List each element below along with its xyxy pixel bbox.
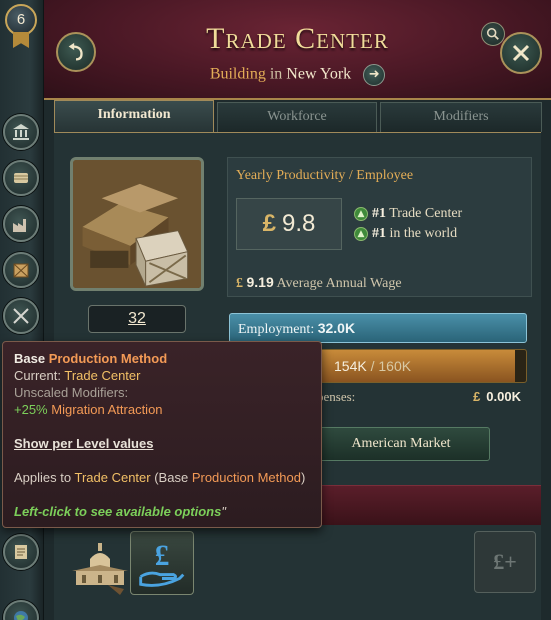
tooltip-applies-paren-open: (Base <box>154 470 189 485</box>
window-subtitle: Building in New York ➜ <box>44 64 551 86</box>
pound-hand-icon[interactable]: £ <box>130 531 194 595</box>
production-method-tooltip: Base Production Method Current: Trade Ce… <box>2 341 322 528</box>
tooltip-hint: Left-click to see available options" <box>14 504 226 519</box>
goto-location-button[interactable]: ➜ <box>363 64 386 86</box>
rank-building-text: Trade Center <box>389 206 463 221</box>
window-title: Trade Center <box>206 22 389 55</box>
rank-world-num: #1 <box>372 226 386 241</box>
rank-value: 6 <box>5 4 37 36</box>
tab-workforce[interactable]: Workforce <box>217 102 377 132</box>
tooltip-applies-pm: Production Method <box>191 470 301 485</box>
tooltip-hint-text: Left-click to see available options <box>14 504 222 519</box>
show-per-level-link[interactable]: Show per Level values <box>14 436 153 451</box>
rank-up-icon: ▲ <box>354 226 368 241</box>
trade-center-building-icon[interactable] <box>68 531 132 595</box>
rank-up-icon: ▲ <box>354 206 368 221</box>
add-pound-icon[interactable]: £+ <box>474 531 536 593</box>
tooltip-title-highlight: Production Method <box>48 351 168 366</box>
tooltip-modifier: +25% Migration Attraction <box>14 402 163 417</box>
tooltip-title: Base Production Method <box>14 351 167 366</box>
cash-separator: / <box>370 358 375 374</box>
rank-badge[interactable]: 6 <box>2 2 40 48</box>
tooltip-title-prefix: Base <box>14 351 46 366</box>
search-icon <box>486 27 499 40</box>
tab-modifiers[interactable]: Modifiers <box>380 102 542 132</box>
wage-label: Average Annual Wage <box>276 276 402 291</box>
tab-bar: Information Workforce Modifiers <box>54 100 550 132</box>
tooltip-applies-paren-close: ) <box>300 470 306 485</box>
close-icon <box>512 44 530 62</box>
notes-icon[interactable] <box>3 534 39 570</box>
tooltip-hint-quote: " <box>221 504 226 519</box>
expenses-label: penses: <box>317 389 356 404</box>
productivity-panel: Yearly Productivity / Employee £9.8 ▲ #1 … <box>227 157 532 297</box>
productivity-value: 9.8 <box>281 210 316 237</box>
rank-building-num: #1 <box>372 206 386 221</box>
employment-bar[interactable]: Employment: 32.0K <box>229 313 527 343</box>
employment-label: Employment: <box>238 322 315 337</box>
cash-reserve-text: 154K / 160K <box>334 350 411 382</box>
scroll-icon[interactable] <box>3 160 39 196</box>
tooltip-applies-prefix: Applies to <box>14 470 72 485</box>
globe-icon[interactable] <box>3 600 39 620</box>
pound-icon: £ <box>262 210 276 237</box>
svg-text:£: £ <box>155 540 170 572</box>
wage-value: 9.19 <box>246 274 274 290</box>
factory-icon[interactable] <box>3 206 39 242</box>
average-wage: £ 9.19 Average Annual Wage <box>236 274 402 292</box>
rank-world-text: in the world <box>389 226 458 241</box>
tooltip-applies-building: Trade Center <box>74 470 151 485</box>
tab-information[interactable]: Information <box>54 100 214 132</box>
expenses-value: 0.00K <box>486 389 521 404</box>
window-header: Trade Center Building in New York ➜ <box>44 0 551 100</box>
cash-value: 154K <box>334 358 367 374</box>
add-pound-label: £+ <box>493 549 517 574</box>
building-illustration <box>70 157 204 291</box>
government-icon[interactable] <box>3 114 39 150</box>
rank-ribbon-icon <box>13 32 29 48</box>
tooltip-current: Current: Trade Center <box>14 368 140 383</box>
rank-world: ▲ #1 in the world <box>354 226 457 242</box>
tooltip-applies: Applies to Trade Center (Base Production… <box>14 470 305 485</box>
tooltip-modifier-name: Migration Attraction <box>51 402 163 417</box>
tooltip-current-value: Trade Center <box>64 368 141 383</box>
productivity-title: Yearly Productivity / Employee <box>236 168 414 183</box>
employment-value: 32.0K <box>317 320 356 336</box>
close-button[interactable] <box>500 32 542 74</box>
cash-max: 160K <box>378 358 412 374</box>
expenses-value-wrap: £0.00K <box>473 389 521 404</box>
pound-icon: £ <box>473 389 481 404</box>
subtitle-prefix: Building <box>209 65 266 83</box>
tooltip-current-label: Current: <box>14 368 61 383</box>
tooltip-unscaled-label: Unscaled Modifiers: <box>14 385 129 400</box>
productivity-value-box: £9.8 <box>236 198 342 250</box>
market-button[interactable]: American Market <box>312 427 490 461</box>
crate-icon[interactable] <box>3 252 39 288</box>
crossed-swords-icon[interactable] <box>3 298 39 334</box>
subtitle-in: in <box>269 65 283 83</box>
building-level[interactable]: 32 <box>88 305 186 333</box>
tooltip-modifier-value: +25% <box>14 402 48 417</box>
rank-building: ▲ #1 Trade Center <box>354 206 462 222</box>
pound-icon: £ <box>236 276 243 291</box>
location-name[interactable]: New York <box>286 66 351 83</box>
